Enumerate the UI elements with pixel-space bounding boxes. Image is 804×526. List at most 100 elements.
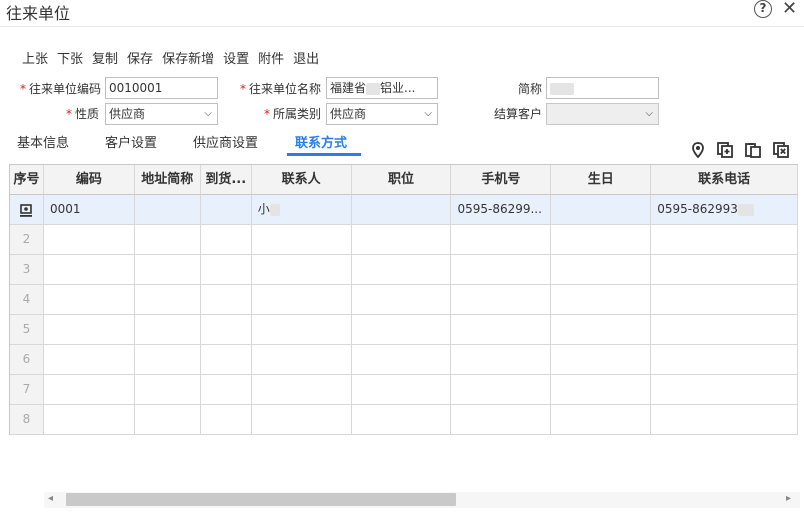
column-header-birthday[interactable]: 生日: [551, 165, 652, 195]
settings-button[interactable]: 设置: [223, 48, 249, 67]
table-row[interactable]: 6: [10, 345, 799, 375]
cell-phone[interactable]: [651, 255, 799, 285]
cell-code[interactable]: [43, 405, 135, 435]
column-header-index[interactable]: 序号: [10, 165, 44, 195]
cell-arrival[interactable]: [200, 345, 252, 375]
attachment-button[interactable]: 附件: [258, 48, 284, 67]
cell-contact[interactable]: [251, 285, 352, 315]
scrollbar-thumb[interactable]: [66, 493, 456, 506]
cell-code[interactable]: [43, 255, 135, 285]
column-header-position[interactable]: 职位: [351, 165, 452, 195]
next-record-button[interactable]: 下张: [57, 48, 83, 67]
cell-arrival[interactable]: [200, 375, 252, 405]
tab-contact-info[interactable]: 联系方式: [295, 132, 347, 151]
cell-code[interactable]: [43, 285, 135, 315]
cell-position[interactable]: [351, 255, 452, 285]
cell-position[interactable]: [351, 345, 452, 375]
cell-arrival[interactable]: [200, 195, 252, 225]
tab-basic-info[interactable]: 基本信息: [17, 132, 69, 151]
cell-birthday[interactable]: [551, 375, 652, 405]
delete-row-icon[interactable]: [772, 141, 790, 159]
help-icon[interactable]: ?: [754, 0, 772, 18]
settle-customer-select[interactable]: ⌵: [546, 103, 659, 125]
column-header-arrival[interactable]: 到货...: [200, 165, 252, 195]
cell-arrival[interactable]: [200, 285, 252, 315]
table-row[interactable]: 8: [10, 405, 799, 435]
cell-arrival[interactable]: [200, 315, 252, 345]
column-header-code[interactable]: 编码: [43, 165, 135, 195]
close-icon[interactable]: ✕: [782, 0, 797, 19]
cell-code[interactable]: [43, 315, 135, 345]
save-and-new-button[interactable]: 保存新增: [162, 48, 214, 67]
cell-birthday[interactable]: [551, 195, 652, 225]
cell-address[interactable]: [134, 225, 201, 255]
cell-contact[interactable]: [251, 315, 352, 345]
column-header-contact[interactable]: 联系人: [251, 165, 352, 195]
short-name-input[interactable]: [546, 77, 659, 99]
table-row[interactable]: 2: [10, 225, 799, 255]
cell-address[interactable]: [134, 195, 201, 225]
cell-mobile[interactable]: [451, 405, 552, 435]
cell-contact[interactable]: [251, 345, 352, 375]
horizontal-scrollbar[interactable]: ◂ ▸: [44, 492, 800, 508]
cell-phone[interactable]: [651, 375, 799, 405]
cell-address[interactable]: [134, 285, 201, 315]
cell-contact[interactable]: [251, 255, 352, 285]
tab-supplier-settings[interactable]: 供应商设置: [193, 132, 258, 151]
cell-address[interactable]: [134, 345, 201, 375]
code-input[interactable]: 0010001: [105, 77, 218, 99]
cell-contact[interactable]: [251, 405, 352, 435]
cell-birthday[interactable]: [551, 345, 652, 375]
cell-position[interactable]: [351, 225, 452, 255]
location-pin-icon[interactable]: [689, 141, 707, 159]
cell-phone[interactable]: [651, 405, 799, 435]
cell-contact[interactable]: 小: [251, 195, 352, 225]
column-header-mobile[interactable]: 手机号: [451, 165, 552, 195]
cell-birthday[interactable]: [551, 285, 652, 315]
cell-address[interactable]: [134, 405, 201, 435]
category-select[interactable]: 供应商 ⌵: [326, 103, 438, 125]
cell-phone[interactable]: [651, 315, 799, 345]
cell-birthday[interactable]: [551, 405, 652, 435]
cell-address[interactable]: [134, 375, 201, 405]
save-button[interactable]: 保存: [127, 48, 153, 67]
cell-position[interactable]: [351, 375, 452, 405]
add-row-icon[interactable]: [716, 141, 734, 159]
cell-address[interactable]: [134, 255, 201, 285]
cell-birthday[interactable]: [551, 225, 652, 255]
cell-mobile[interactable]: [451, 345, 552, 375]
cell-position[interactable]: [351, 195, 452, 225]
cell-phone[interactable]: [651, 285, 799, 315]
cell-code[interactable]: [43, 225, 135, 255]
scroll-left-icon[interactable]: ◂: [48, 493, 53, 504]
table-row[interactable]: 5: [10, 315, 799, 345]
copy-button[interactable]: 复制: [92, 48, 118, 67]
cell-mobile[interactable]: 0595-86299...: [451, 195, 552, 225]
cell-mobile[interactable]: [451, 255, 552, 285]
cell-mobile[interactable]: [451, 225, 552, 255]
table-row[interactable]: 4: [10, 285, 799, 315]
cell-contact[interactable]: [251, 375, 352, 405]
cell-code[interactable]: 0001: [43, 195, 135, 225]
cell-arrival[interactable]: [200, 405, 252, 435]
name-input[interactable]: 福建省 铝业...: [326, 77, 438, 99]
scroll-right-icon[interactable]: ▸: [786, 493, 791, 504]
cell-birthday[interactable]: [551, 255, 652, 285]
table-row[interactable]: 3: [10, 255, 799, 285]
cell-address[interactable]: [134, 315, 201, 345]
table-row[interactable]: 7: [10, 375, 799, 405]
cell-mobile[interactable]: [451, 375, 552, 405]
cell-mobile[interactable]: [451, 285, 552, 315]
prev-record-button[interactable]: 上张: [22, 48, 48, 67]
cell-mobile[interactable]: [451, 315, 552, 345]
cell-phone[interactable]: [651, 225, 799, 255]
table-row[interactable]: 0001 小 0595-86299... 0595-862993: [10, 195, 799, 225]
column-header-phone[interactable]: 联系电话: [651, 165, 799, 195]
cell-position[interactable]: [351, 285, 452, 315]
cell-contact[interactable]: [251, 225, 352, 255]
copy-row-icon[interactable]: [744, 141, 762, 159]
cell-phone[interactable]: [651, 345, 799, 375]
tab-customer-settings[interactable]: 客户设置: [105, 132, 157, 151]
cell-position[interactable]: [351, 315, 452, 345]
cell-code[interactable]: [43, 375, 135, 405]
